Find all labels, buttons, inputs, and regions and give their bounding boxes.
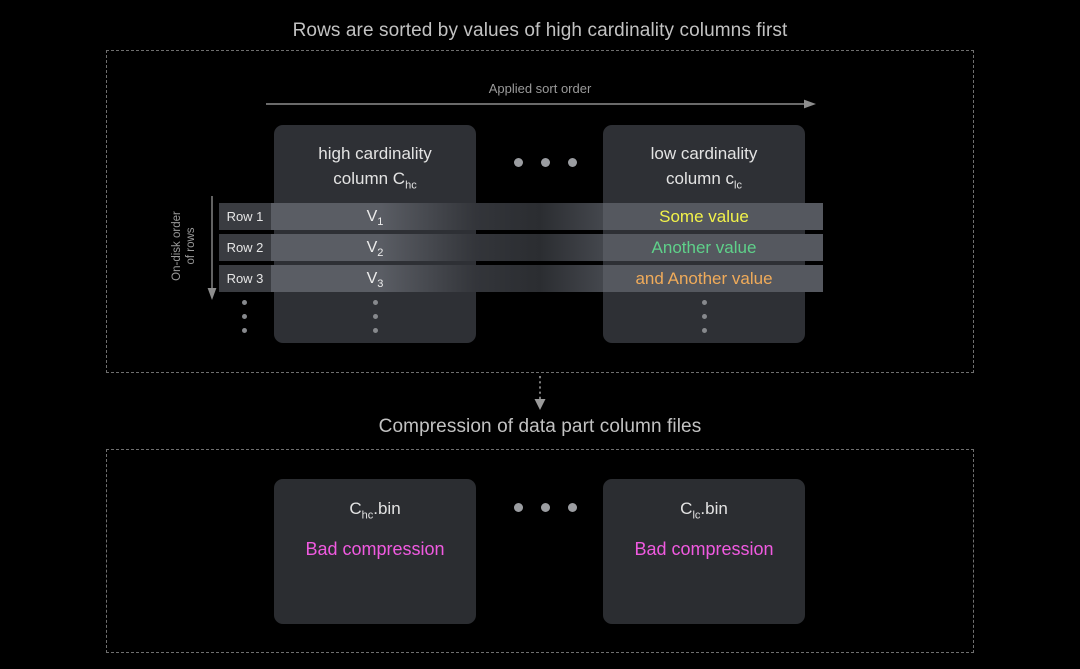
lc-header-line2: column c — [666, 169, 735, 188]
on-disk-order-label: On-disk order of rows — [171, 211, 197, 281]
hc-compression-note: Bad compression — [305, 539, 445, 559]
flow-connector-arrow-icon — [534, 376, 546, 410]
lc-column-ellipsis-icon — [702, 300, 707, 333]
compression-section-title: Compression of data part column files — [378, 416, 702, 437]
lc-bin-file-box: Clc.bin Bad compression — [603, 479, 805, 624]
lc-bin-file-name: Clc.bin — [603, 499, 805, 521]
hc-header-subscript: hc — [405, 179, 417, 192]
columns-ellipsis-icon-top — [514, 158, 577, 167]
hc-value-row-1: V1 — [274, 203, 476, 230]
hc-file-ext: .bin — [373, 499, 401, 518]
hc-value-row-2: V2 — [274, 234, 476, 261]
lc-file-base: C — [680, 499, 693, 518]
row-label-2: Row 2 — [219, 234, 271, 261]
diagram-canvas: Rows are sorted by values of high cardin… — [0, 0, 1080, 669]
hc-value-row-3: V3 — [274, 265, 476, 292]
hc-value-2-subscript: 2 — [377, 247, 384, 260]
lc-header-line1: low cardinality — [650, 144, 758, 163]
hc-file-subscript: hc — [361, 509, 374, 522]
row-band-3-mid — [476, 265, 603, 292]
sort-order-arrow-icon — [266, 99, 816, 109]
row-band-1-mid — [476, 203, 603, 230]
row-label-1: Row 1 — [219, 203, 271, 230]
hc-value-3-text: V — [366, 270, 378, 287]
hc-value-2-text: V — [366, 239, 378, 256]
lc-value-row-2: Another value — [651, 238, 757, 257]
lc-value-row-1: Some value — [659, 207, 749, 226]
compression-panel — [106, 449, 974, 653]
row-band-2-mid — [476, 234, 603, 261]
row-labels-ellipsis-icon — [242, 300, 247, 333]
hc-header-line2: column C — [333, 169, 406, 188]
hc-value-3-subscript: 3 — [377, 278, 384, 291]
columns-ellipsis-icon-bottom — [514, 503, 577, 512]
hc-bin-file-box: Chc.bin Bad compression — [274, 479, 476, 624]
lc-compression-note: Bad compression — [634, 539, 774, 559]
hc-column-ellipsis-icon — [373, 300, 378, 333]
lc-value-row-3: and Another value — [635, 269, 773, 288]
lc-file-ext: .bin — [700, 499, 728, 518]
page-title: Rows are sorted by values of high cardin… — [292, 20, 788, 41]
on-disk-order-group: On-disk order of rows — [160, 196, 218, 300]
lc-header-subscript: lc — [734, 179, 742, 192]
hc-bin-file-name: Chc.bin — [274, 499, 476, 521]
hc-value-1-text: V — [366, 208, 378, 225]
high-cardinality-column-header: high cardinality column Chc — [274, 141, 476, 198]
on-disk-order-arrow-icon — [207, 196, 217, 300]
applied-sort-order-label: Applied sort order — [488, 81, 592, 96]
hc-file-base: C — [349, 499, 362, 518]
hc-value-1-subscript: 1 — [377, 216, 384, 229]
hc-header-line1: high cardinality — [318, 144, 432, 163]
low-cardinality-column-header: low cardinality column clc — [603, 141, 805, 198]
row-label-3: Row 3 — [219, 265, 271, 292]
